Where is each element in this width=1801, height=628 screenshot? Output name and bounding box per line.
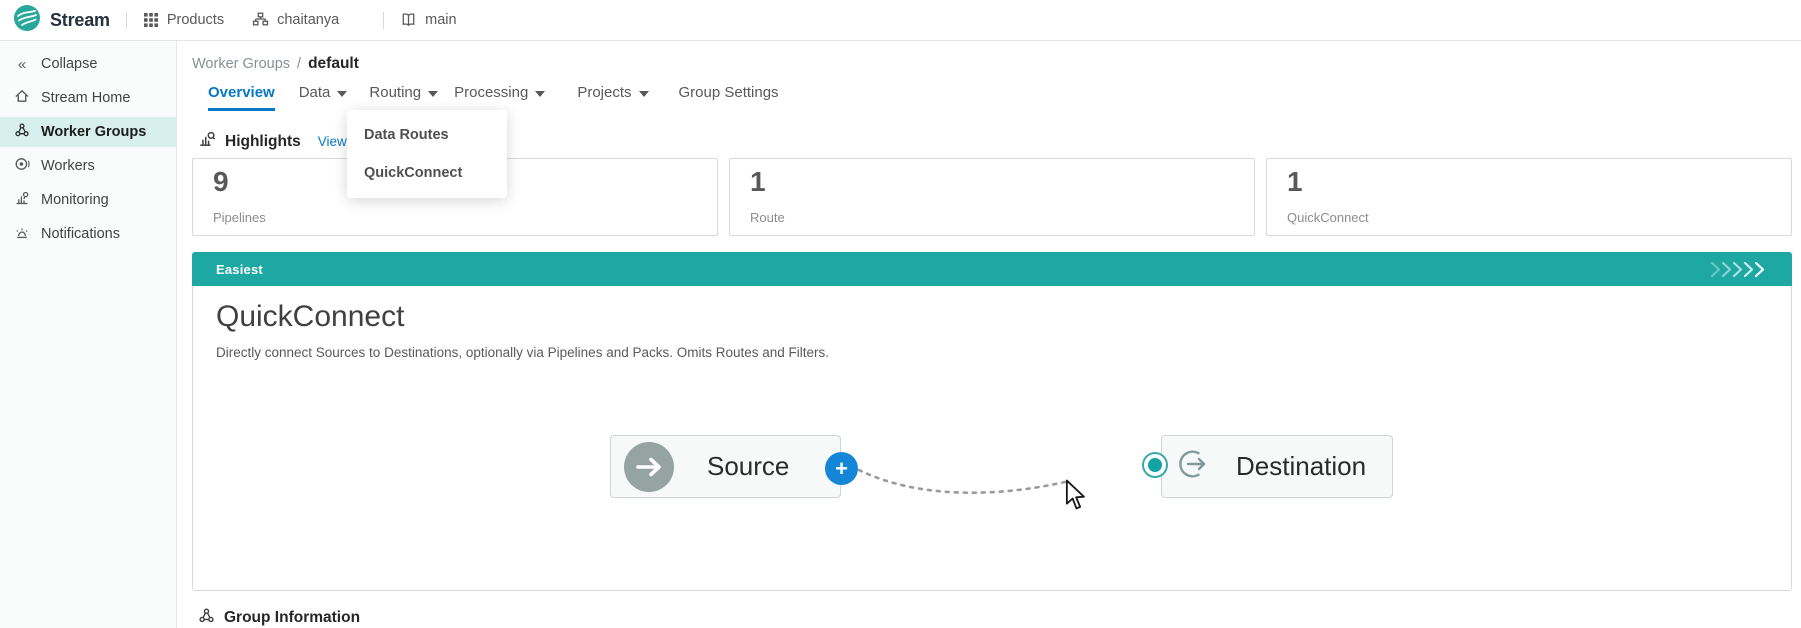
sidebar-item-notifications[interactable]: Notifications — [0, 219, 176, 249]
card-value: 1 — [1287, 167, 1771, 197]
topbar-divider-2 — [383, 12, 384, 29]
card-quickconnect[interactable]: 1 QuickConnect — [1266, 158, 1792, 236]
chevron-down-icon — [428, 91, 438, 97]
source-arrow-icon — [624, 442, 674, 492]
org-hierarchy-icon — [252, 12, 269, 28]
sidebar-item-label: Stream Home — [41, 90, 130, 106]
destination-arrow-icon — [1174, 446, 1210, 487]
chevron-down-icon — [337, 91, 347, 97]
user-menu[interactable]: chaitanya — [252, 12, 339, 28]
book-icon — [400, 12, 417, 28]
sidebar-collapse[interactable]: « Collapse — [0, 49, 176, 79]
card-label: Route — [750, 210, 1234, 225]
breadcrumb-worker-groups[interactable]: Worker Groups — [192, 56, 290, 72]
chevron-down-icon — [535, 91, 545, 97]
chevrons-right-icon — [1710, 261, 1774, 278]
app-root: Stream Products — [0, 0, 1801, 628]
card-value: 1 — [750, 167, 1234, 197]
sidebar-item-label: Notifications — [41, 226, 120, 242]
workers-icon — [14, 156, 30, 176]
tab-routing[interactable]: Routing — [369, 84, 438, 111]
sidebar-item-worker-groups[interactable]: Worker Groups — [0, 117, 176, 147]
highlights-title: Highlights — [225, 133, 301, 151]
destination-connector-dot[interactable] — [1144, 454, 1166, 476]
tab-group-settings[interactable]: Group Settings — [679, 84, 779, 111]
sidebar-item-label: Worker Groups — [41, 124, 146, 140]
sidebar-item-label: Collapse — [41, 56, 97, 72]
user-label: chaitanya — [277, 12, 339, 28]
highlights-chart-icon — [198, 130, 216, 153]
sidebar: « Collapse Stream Home Worker Groups — [0, 41, 177, 628]
highlights-header: Highlights View D — [198, 130, 360, 153]
quickconnect-description: Directly connect Sources to Destinations… — [216, 345, 829, 360]
brand[interactable]: Stream — [13, 4, 110, 37]
easiest-ribbon[interactable]: Easiest — [192, 252, 1792, 286]
source-label: Source — [707, 451, 789, 482]
tab-overview[interactable]: Overview — [208, 84, 275, 111]
group-information-title: Group Information — [224, 609, 360, 627]
breadcrumb: Worker Groups / default — [192, 55, 359, 73]
tab-label: Projects — [577, 84, 631, 101]
card-routes[interactable]: 1 Route — [729, 158, 1255, 236]
breadcrumb-separator: / — [297, 56, 301, 72]
sidebar-item-monitoring[interactable]: Monitoring — [0, 185, 176, 215]
breadcrumb-current: default — [308, 55, 359, 73]
stream-logo-icon — [13, 4, 41, 37]
card-label: Pipelines — [213, 210, 697, 225]
sidebar-item-workers[interactable]: Workers — [0, 151, 176, 181]
tab-label: Overview — [208, 84, 275, 101]
card-label: QuickConnect — [1287, 210, 1771, 225]
destination-label: Destination — [1236, 451, 1366, 482]
products-grid-icon — [143, 12, 159, 28]
tab-bar: Overview Data Routing Processing Project… — [208, 84, 779, 111]
tab-label: Group Settings — [679, 84, 779, 101]
products-menu[interactable]: Products — [143, 12, 224, 28]
monitoring-icon — [14, 190, 30, 210]
quickconnect-panel: Easiest QuickConnect Directly connect So… — [192, 253, 1792, 591]
destination-node[interactable]: Destination — [1161, 435, 1393, 498]
connection-dashed-line — [833, 455, 1083, 503]
tab-processing[interactable]: Processing — [454, 84, 545, 111]
tab-data[interactable]: Data — [299, 84, 348, 111]
sidebar-item-label: Workers — [41, 158, 95, 174]
tab-label: Routing — [369, 84, 421, 101]
group-information-header: Group Information — [198, 607, 360, 628]
group-information-icon — [198, 607, 215, 628]
topbar-divider — [126, 12, 127, 29]
branch-label: main — [425, 12, 456, 28]
menu-item-quickconnect[interactable]: QuickConnect — [347, 154, 507, 192]
home-icon — [14, 88, 30, 108]
worker-groups-icon — [14, 122, 30, 142]
quickconnect-title: QuickConnect — [216, 300, 404, 334]
brand-name: Stream — [50, 10, 110, 31]
source-node[interactable]: Source — [610, 435, 841, 498]
routing-dropdown-menu: Data Routes QuickConnect — [347, 110, 507, 198]
top-bar: Stream Products — [0, 0, 1801, 41]
chevron-down-icon — [639, 91, 649, 97]
notifications-icon — [14, 224, 30, 244]
products-label: Products — [167, 12, 224, 28]
mouse-cursor — [1064, 479, 1088, 511]
tab-projects[interactable]: Projects — [577, 84, 648, 111]
branch-selector[interactable]: main — [400, 12, 456, 28]
add-connection-button[interactable]: + — [825, 452, 858, 485]
tab-label: Data — [299, 84, 331, 101]
ribbon-label: Easiest — [216, 262, 263, 277]
collapse-icon: « — [14, 56, 30, 73]
sidebar-item-stream-home[interactable]: Stream Home — [0, 83, 176, 113]
sidebar-item-label: Monitoring — [41, 192, 109, 208]
menu-item-data-routes[interactable]: Data Routes — [347, 116, 507, 154]
tab-label: Processing — [454, 84, 528, 101]
